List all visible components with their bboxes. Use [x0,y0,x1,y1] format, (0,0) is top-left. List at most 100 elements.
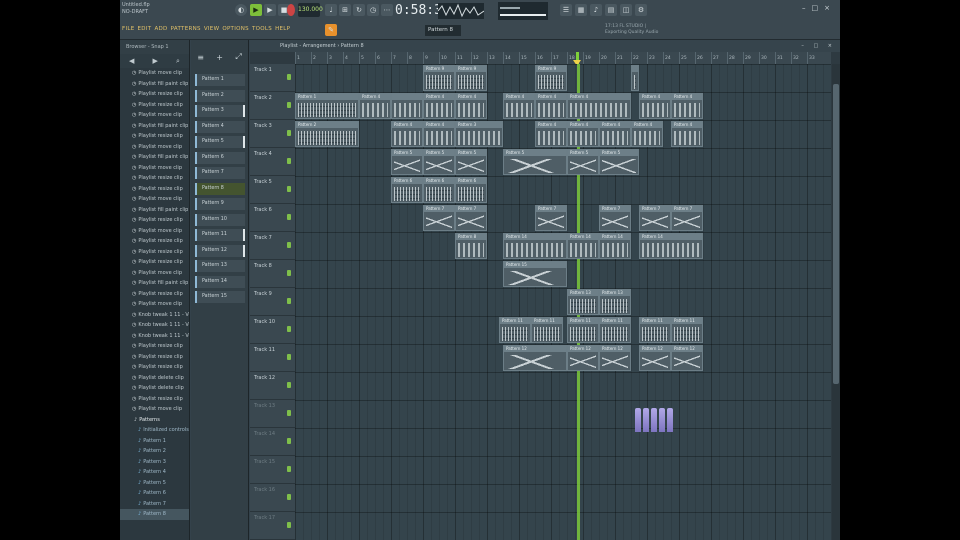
track-header[interactable]: Track 17 [250,512,295,540]
history-item[interactable]: ◷ Playlist move clip [120,194,189,205]
pattern-clip[interactable]: Pattern 7 [535,205,567,231]
pattern-clip[interactable]: Pattern 5 [567,149,599,175]
history-item[interactable]: ◷ Playlist resize clip [120,341,189,352]
pattern-clip[interactable]: Pattern 4 [455,93,487,119]
menu-add[interactable]: ADD [154,26,167,32]
track-mute-led[interactable] [287,102,291,108]
forward-icon[interactable]: ▶ [153,57,158,65]
record-icon[interactable] [287,4,295,16]
picker-pattern[interactable]: Pattern 2 [195,89,245,102]
pattern-clip[interactable]: Pattern 4 [391,121,423,147]
track-mute-led[interactable] [287,494,291,500]
track-mute-led[interactable] [287,270,291,276]
playlist-icon[interactable]: ▤ [605,4,617,16]
automation-clip[interactable] [667,408,673,432]
menu-options[interactable]: OPTIONS [222,26,249,32]
pattern-clip[interactable]: Pattern 4 [671,121,703,147]
pattern-clip[interactable]: Pattern 7 [455,205,487,231]
picker-pattern[interactable]: Pattern 7 [195,167,245,179]
history-item[interactable]: ◷ Playlist resize clip [120,394,189,405]
history-item[interactable]: ◷ Playlist resize clip [120,362,189,373]
menu-view[interactable]: VIEW [204,26,220,32]
pattern-clip[interactable]: Pattern 12 [567,345,599,371]
history-item[interactable]: ◷ Playlist fill paint clip [120,278,189,289]
picker-pattern[interactable]: Pattern 11 [195,229,245,241]
window-controls[interactable]: –□× [802,4,836,14]
mixer-icon[interactable]: ☰ [560,4,572,16]
pattern-clip[interactable]: Pattern 4 [423,93,455,119]
pattern-clip[interactable]: Pattern 3 [455,121,503,147]
timeline-ruler[interactable]: 1 2 3 4 5 6 7 8 9 10 11 12 13 14 15 16 17 18 19 20 21 22 23 24 2… [295,52,831,64]
history-item[interactable]: ◷ Playlist resize clip [120,173,189,184]
pattern-clip[interactable]: Pattern 4 [599,121,631,147]
maximize-icon[interactable]: □ [812,4,825,12]
picker-pattern[interactable]: Pattern 14 [195,275,245,288]
browser-pattern-item[interactable]: ♪ Pattern 2 [120,446,189,457]
track-mute-led[interactable] [287,74,291,80]
picker-pattern[interactable]: Pattern 13 [195,260,245,272]
automation-clip[interactable] [651,408,657,432]
pattern-clip[interactable]: Pattern 12 [639,345,671,371]
track-mute-led[interactable] [287,438,291,444]
browser-pattern-item[interactable]: ♪ Pattern 1 [120,436,189,447]
master-volume-knob[interactable]: ◐ [235,4,247,16]
pattern-clip[interactable]: Pattern 2 [295,121,359,147]
track-header[interactable]: Track 12 [250,372,295,400]
history-item[interactable]: ◷ Playlist resize clip [120,184,189,195]
track-mute-led[interactable] [287,158,291,164]
track-mute-led[interactable] [287,242,291,248]
history-item[interactable]: ◷ Playlist resize clip [120,289,189,300]
pattern-clip[interactable]: Pattern 4 [567,93,631,119]
history-item[interactable]: ◷ Playlist resize clip [120,100,189,111]
menu-help[interactable]: HELP [275,26,290,32]
pattern-clip[interactable]: Pattern 11 [671,317,703,343]
history-item[interactable]: ◷ Playlist move clip [120,226,189,237]
countdown-icon[interactable]: ⋯ [381,4,393,16]
pattern-clip[interactable]: Pattern 11 [531,317,563,343]
pattern-clip[interactable]: Pattern 15 [503,261,567,287]
pattern-clip[interactable]: Pattern 4 [631,121,663,147]
pattern-clip[interactable]: Pattern 14 [599,233,631,259]
pattern-clip[interactable]: Pattern 6 [391,177,423,203]
menu-patterns[interactable]: PATTERNS [171,26,201,32]
pattern-clip[interactable]: Pattern 11 [499,317,531,343]
picker-pattern[interactable]: Pattern 15 [195,291,245,303]
pattern-clip[interactable]: Pattern 9 [535,65,567,91]
pattern-clip[interactable]: Pattern 4 [671,93,703,119]
metronome-icon[interactable]: ♩ [325,4,337,16]
automation-clip[interactable] [635,408,641,432]
track-header[interactable]: Track 5 [250,176,295,204]
history-item[interactable]: ◷ Playlist move clip [120,268,189,279]
pattern-clip[interactable]: Pattern 7 [639,205,671,231]
history-item[interactable]: ◷ Playlist move clip [120,110,189,121]
picker-pattern[interactable]: Pattern 6 [195,151,245,164]
track-mute-led[interactable] [287,326,291,332]
pattern-clip[interactable]: Pattern 4 [535,93,567,119]
playlist-window-controls[interactable]: – □ × [801,40,836,52]
add-pattern-icon[interactable]: + [216,53,223,62]
close-icon[interactable]: × [824,4,836,12]
pattern-clip[interactable]: Pattern 4 [535,121,567,147]
track-mute-led[interactable] [287,186,291,192]
picker-pattern[interactable]: Pattern 9 [195,198,245,210]
pattern-clip[interactable]: Pattern 14 [567,233,599,259]
pattern-clip[interactable]: Pattern 11 [567,317,599,343]
pattern-clip[interactable]: Pattern 5 [391,149,423,175]
pattern-clip[interactable]: Pattern 4 [567,121,599,147]
pattern-clip[interactable] [391,93,423,119]
pattern-clip[interactable]: Pattern 14 [503,233,567,259]
browser-header[interactable]: Browser - Snap 1 [120,40,189,54]
track-header[interactable]: Track 8 [250,260,295,288]
wait-icon[interactable]: ◷ [367,4,379,16]
track-mute-led[interactable] [287,298,291,304]
history-item[interactable]: ◷ Playlist fill paint clip [120,121,189,132]
pattern-clip[interactable]: Pattern 5 [503,149,567,175]
history-item[interactable]: ◷ Playlist resize clip [120,352,189,363]
track-mute-led[interactable] [287,214,291,220]
browser-pattern-item[interactable]: ♪ Initialized controls [120,425,189,436]
pattern-clip[interactable]: Pattern 11 [639,317,671,343]
picker-pattern[interactable]: Pattern 5 [195,136,245,148]
track-header[interactable]: Track 13 [250,400,295,428]
browser-pattern-item[interactable]: ♪ Pattern 4 [120,467,189,478]
track-mute-led[interactable] [287,130,291,136]
